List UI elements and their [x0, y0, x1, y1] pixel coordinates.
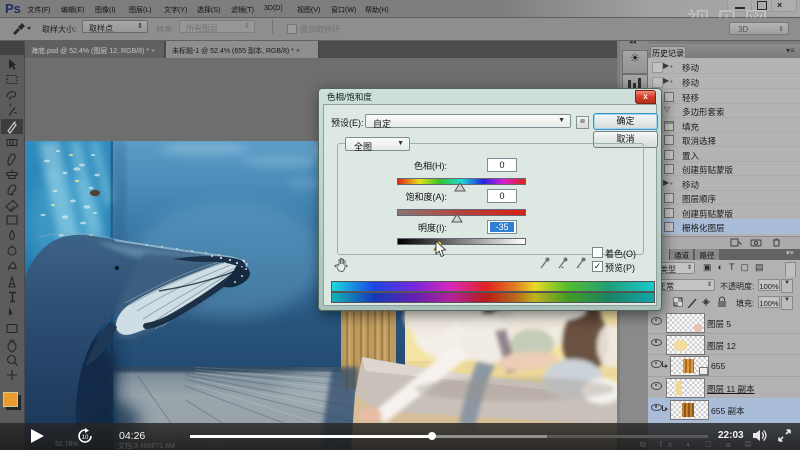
svg-text:+: + [561, 265, 564, 270]
svg-text:-: - [579, 265, 581, 270]
svg-text:10: 10 [82, 435, 89, 441]
